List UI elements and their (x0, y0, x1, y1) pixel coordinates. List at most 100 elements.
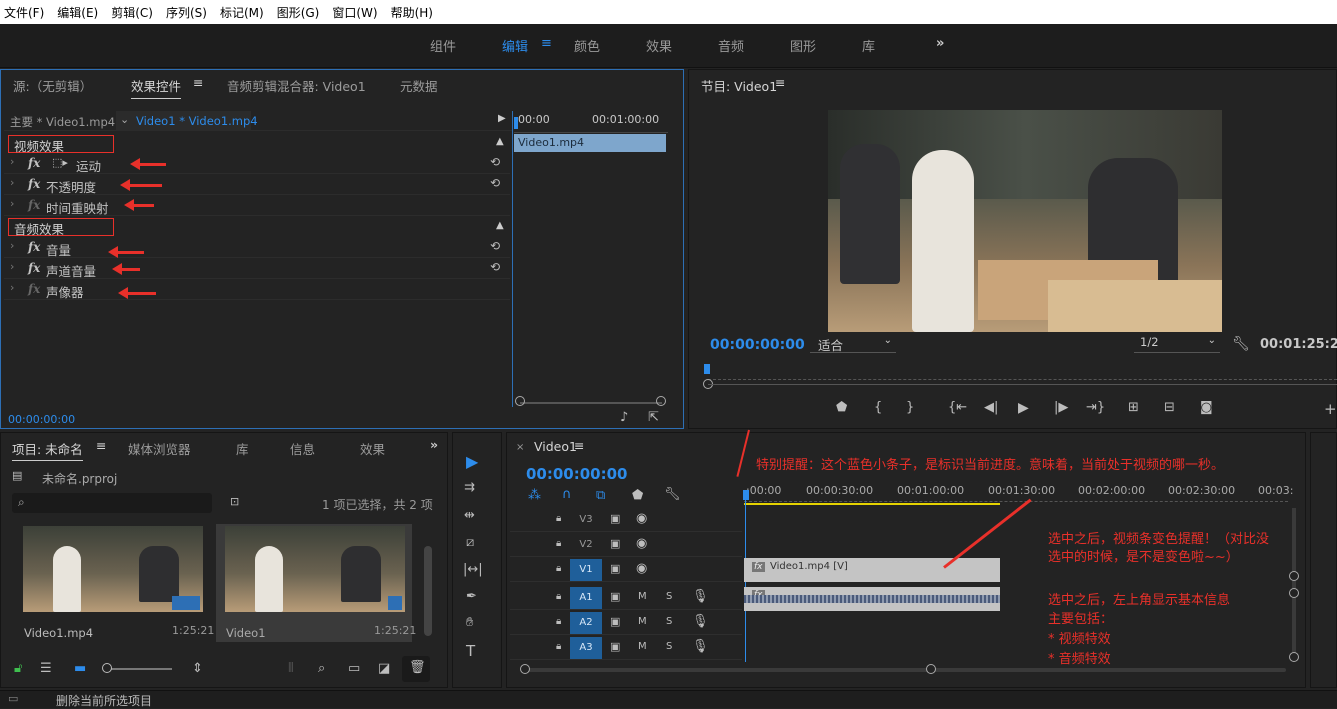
panel-menu-icon[interactable]: ≡ (574, 438, 584, 453)
tab-project[interactable]: 项目: 未命名 (12, 439, 83, 461)
effect-panner[interactable]: › fx 声像器 (4, 279, 510, 300)
effect-time-remap[interactable]: › fx 时间重映射 (4, 195, 510, 216)
wrench-icon[interactable]: 🔧︎ (1232, 336, 1250, 352)
track-label[interactable]: A1 (570, 587, 602, 609)
delete-button[interactable]: 🗑︎ (402, 656, 430, 682)
zoom-slider-handle[interactable] (102, 663, 112, 673)
lock-icon[interactable]: 🔓︎ (14, 661, 22, 676)
track-header-a2[interactable]: 🔒︎ A2 ▣ M S 🎙︎ (510, 611, 742, 635)
audio-clip-a1[interactable]: fx (744, 587, 1000, 611)
audio-only-icon[interactable]: ♪ (620, 410, 628, 425)
mute-icon[interactable]: M (638, 591, 647, 602)
workspace-graphics[interactable]: 图形 (790, 36, 816, 55)
track-select-tool-icon[interactable]: ⇉ (464, 480, 475, 495)
lock-icon[interactable]: 🔒︎ (556, 563, 561, 574)
reset-icon[interactable]: ⟲ (490, 155, 500, 169)
lock-icon[interactable]: 🔒︎ (556, 641, 561, 652)
mark-in-icon[interactable]: { (874, 400, 882, 415)
list-view-icon[interactable]: ☰ (40, 661, 52, 676)
panel-menu-icon[interactable]: ≡ (96, 438, 106, 453)
ec-timecode[interactable]: 00:00:00:00 (8, 413, 75, 426)
ec-mini-ruler[interactable]: 00:00 00:01:00:00 (514, 111, 668, 133)
workspace-audio[interactable]: 音频 (718, 36, 744, 55)
new-item-icon[interactable]: ◪ (378, 661, 390, 676)
lock-icon[interactable]: 🔒︎ (556, 616, 561, 627)
track-header-a3[interactable]: 🔒︎ A3 ▣ M S 🎙︎ (510, 636, 742, 660)
workspace-editing[interactable]: 编辑 (502, 36, 528, 55)
track-header-v3[interactable]: 🔒︎ V3 ▣ ◉ (510, 508, 742, 532)
menu-window[interactable]: 窗口(W) (332, 4, 377, 21)
timeline-playhead[interactable] (743, 490, 749, 500)
lift-icon[interactable]: ⊞ (1128, 400, 1139, 415)
effect-motion[interactable]: › fx ⬚▸ 运动 ⟲ (4, 153, 510, 174)
project-scrollbar[interactable] (424, 546, 432, 636)
effect-volume[interactable]: › fx 音量 ⟲ (4, 237, 510, 258)
track-label[interactable]: A3 (570, 637, 602, 659)
hscroll-handle-right[interactable] (926, 664, 936, 674)
timeline-hscroll[interactable] (524, 668, 1286, 672)
project-item-video-file[interactable]: Video1.mp4 1:25:21 (14, 524, 214, 642)
chevron-right-icon[interactable]: › (10, 197, 14, 210)
hand-tool-icon[interactable]: ✋︎ (466, 615, 473, 630)
master-clip-label[interactable]: 主要 * Video1.mp4 (10, 114, 115, 130)
solo-icon[interactable]: S (666, 591, 672, 602)
nest-icon[interactable]: ⁂ (528, 488, 541, 503)
eye-icon[interactable]: ◉ (636, 536, 647, 551)
icon-view-icon[interactable]: ▬ (74, 661, 86, 676)
panel-menu-icon[interactable]: ≡ (193, 75, 203, 90)
tab-info[interactable]: 信息 (290, 439, 315, 458)
work-area-bar[interactable] (744, 503, 1000, 505)
ec-playhead[interactable] (514, 117, 518, 129)
effect-opacity[interactable]: › fx 不透明度 ⟲ (4, 174, 510, 195)
fx-icon[interactable]: fx (752, 562, 765, 572)
sort-icon[interactable]: ⇕ (192, 661, 203, 676)
fit-dropdown[interactable]: 适合 ⌄ (810, 335, 896, 353)
ec-zoom-bar[interactable] (520, 402, 662, 404)
collapse-icon[interactable]: ▲ (496, 220, 504, 231)
add-marker-icon[interactable]: ⬟ (632, 488, 643, 503)
sync-lock-icon[interactable]: ▣ (610, 640, 620, 653)
timeline-timecode[interactable]: 00:00:00:00 (526, 465, 628, 483)
tab-metadata[interactable]: 元数据 (400, 76, 438, 95)
linked-selection-icon[interactable]: ⧉ (596, 488, 605, 503)
lock-icon[interactable]: 🔒︎ (556, 513, 561, 524)
lock-icon[interactable]: 🔒︎ (556, 591, 561, 602)
microphone-icon[interactable]: 🎙︎ (692, 639, 709, 654)
find-icon[interactable]: ⌕ (318, 661, 325, 676)
video-clip-v1[interactable]: fx Video1.mp4 [V] (744, 558, 1000, 582)
play-only-icon[interactable]: ▶ (498, 113, 506, 124)
program-title[interactable]: 节目: Video1 (701, 76, 777, 95)
fx-icon[interactable]: fx (28, 156, 40, 170)
wrench-icon[interactable]: 🔧︎ (664, 487, 681, 502)
tab-media-browser[interactable]: 媒体浏览器 (128, 439, 191, 458)
tab-libraries[interactable]: 库 (236, 439, 249, 458)
sync-lock-icon[interactable]: ▣ (610, 562, 620, 575)
reset-icon[interactable]: ⟲ (490, 260, 500, 274)
track-label[interactable]: V3 (570, 509, 602, 531)
pen-tool-icon[interactable]: ✒ (466, 589, 477, 604)
sync-lock-icon[interactable]: ▣ (610, 615, 620, 628)
new-bin-icon[interactable]: ▭ (348, 661, 360, 676)
mark-out-icon[interactable]: } (906, 400, 914, 415)
step-forward-icon[interactable]: |▶ (1054, 400, 1068, 415)
workspace-color[interactable]: 颜色 (574, 36, 600, 55)
menu-clip[interactable]: 剪辑(C) (111, 4, 153, 21)
go-to-out-icon[interactable]: ⇥} (1086, 400, 1105, 415)
workspace-effects[interactable]: 效果 (646, 36, 672, 55)
type-tool-icon[interactable]: T (466, 642, 475, 660)
chevron-right-icon[interactable]: › (10, 281, 14, 294)
ec-zoom-handle-right[interactable] (656, 396, 666, 406)
sync-lock-icon[interactable]: ▣ (610, 590, 620, 603)
timeline-ruler[interactable] (744, 494, 1288, 502)
chevron-right-icon[interactable]: › (10, 239, 14, 252)
ec-zoom-handle-left[interactable] (515, 396, 525, 406)
quality-dropdown[interactable]: 1/2 ⌄ (1134, 335, 1220, 353)
workspace-libraries[interactable]: 库 (862, 36, 875, 55)
sync-lock-icon[interactable]: ▣ (610, 537, 620, 550)
menu-help[interactable]: 帮助(H) (391, 4, 433, 21)
snap-icon[interactable]: ∩ (562, 487, 572, 502)
add-button-icon[interactable]: + (1324, 400, 1337, 418)
fx-icon[interactable]: fx (28, 240, 40, 254)
lock-icon[interactable]: 🔒︎ (556, 538, 561, 549)
vscroll-handle[interactable] (1289, 652, 1299, 662)
